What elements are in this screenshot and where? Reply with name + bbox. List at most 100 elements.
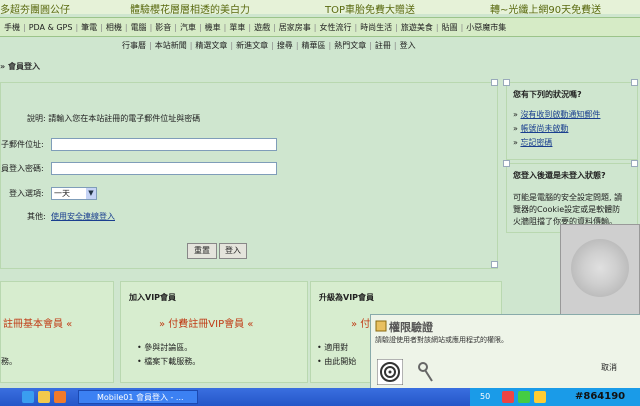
category-item[interactable]: 時尚生活 [360, 23, 392, 32]
taskbar: Mobile01 會員登入 - ... 50 [0, 388, 640, 406]
login-issue-box: 您登入後還是未登入狀態? 可能是電腦的安全設定問題, 讀 覽器的Cookie設定… [503, 160, 638, 233]
auth-popup: 權限驗證 請驗證使用者對該網站或應用程式的權限。 取消 [370, 314, 640, 390]
vip-benefit-text: 檔案下載服務。 [144, 357, 201, 366]
nav-separator: | [271, 41, 274, 50]
secure-login-link[interactable]: 使用安全連線登入 [51, 211, 115, 222]
login-option-label: 登入選項: [9, 189, 44, 198]
subnav-item[interactable]: 新進文章 [236, 41, 268, 50]
fingerprint-icon[interactable] [377, 359, 403, 385]
key-icon[interactable] [417, 361, 435, 383]
promo-link-4[interactable]: 轉~光纖上網90天免費送 [490, 1, 601, 16]
cancel-button[interactable]: 取消 [601, 362, 617, 373]
popup-title: 權限驗證 [389, 321, 433, 334]
nav-separator: | [248, 23, 252, 32]
login-issue-title: 您登入後還是未登入狀態? [513, 171, 606, 180]
watermark: #864190 [575, 391, 626, 402]
folder-icon[interactable] [38, 391, 50, 403]
media-disc-icon [571, 239, 629, 297]
nav-separator: | [328, 41, 332, 50]
nav-separator: | [230, 41, 234, 50]
subnav-item[interactable]: 精選文章 [195, 41, 227, 50]
category-item[interactable]: 居家房事 [279, 23, 311, 32]
login-instructions: 說明: 請輸入您在本站註冊的電子郵件位址與密碼 [27, 114, 201, 123]
login-issue-text: 覽器的Cookie設定或是軟體防 [513, 205, 621, 214]
promo-link-3[interactable]: TOP車胎免費大贈送 [325, 1, 415, 16]
promo-link-1[interactable]: 多超夯團圓公仔 [0, 1, 70, 16]
subnav-item[interactable]: 精華區 [302, 41, 326, 50]
category-item[interactable]: 汽車 [180, 23, 196, 32]
nav-separator: | [369, 41, 372, 50]
category-item[interactable]: 女性流行 [319, 23, 351, 32]
category-item[interactable]: 遊戲 [254, 23, 270, 32]
vip-benefit-text: 參與討論區。 [144, 343, 193, 352]
subnav-item[interactable]: 註冊 [375, 41, 391, 50]
category-item[interactable]: 貼圖 [442, 23, 458, 32]
nav-separator: | [223, 23, 227, 32]
register-basic-button[interactable]: 註冊基本會員 « [3, 315, 72, 330]
register-vip-button[interactable]: » 付費註冊VIP會員 « [159, 315, 253, 330]
upgrade-title: 升級為VIP會員 [319, 293, 375, 302]
help-link-not-activated[interactable]: » 帳號尚未啟動 [513, 123, 568, 134]
panel-corner [631, 160, 638, 167]
tray-number: 50 [480, 392, 491, 401]
subnav-item[interactable]: 行事曆 [122, 41, 146, 50]
email-label: 子郵件位址: [1, 140, 44, 149]
video-overlay[interactable] [560, 224, 640, 318]
login-button[interactable]: 登入 [219, 243, 247, 259]
other-label: 其他: [27, 212, 46, 221]
nav-separator: | [354, 23, 358, 32]
category-item[interactable]: 筆電 [81, 23, 97, 32]
taskbar-window-button[interactable]: Mobile01 會員登入 - ... [78, 390, 198, 404]
vip-benefit-item: • 檔案下載服務。 [137, 357, 201, 366]
category-item[interactable]: 手機 [4, 23, 20, 32]
subnav-item[interactable]: 登入 [400, 41, 416, 50]
basic-member-box: 註冊基本會員 « 務。 [0, 281, 114, 383]
promo-bar: 多超夯團圓公仔 體驗櫻花層層相透的美白力 TOP車胎免費大贈送 轉~光纖上網90… [0, 0, 640, 16]
category-item[interactable]: 電腦 [131, 23, 147, 32]
tray-icon[interactable] [502, 391, 514, 403]
reset-button[interactable]: 重置 [187, 243, 217, 259]
panel-corner [503, 160, 510, 167]
nav-separator: | [313, 23, 317, 32]
certificate-icon [375, 320, 387, 332]
nav-separator: | [460, 23, 464, 32]
nav-separator: | [295, 41, 299, 50]
chevron-down-icon: ▼ [86, 188, 96, 199]
password-field[interactable] [51, 162, 277, 175]
password-label: 員登入密碼: [1, 164, 44, 173]
nav-separator: | [149, 23, 153, 32]
category-item[interactable]: 小惡魔市集 [466, 23, 506, 32]
category-item[interactable]: 相機 [106, 23, 122, 32]
tray-icon[interactable] [534, 391, 546, 403]
vip-title: 加入VIP會員 [129, 293, 177, 302]
category-item[interactable]: PDA & GPS [29, 23, 73, 32]
email-field[interactable] [51, 138, 277, 151]
upgrade-vip-button[interactable]: » 付 [351, 315, 370, 330]
sub-nav: 行事曆 | 本站新聞 | 精選文章 | 新進文章 | 搜尋 | 精華區 | 熱門文章 | 註冊 | 登入 [122, 40, 416, 51]
category-item[interactable]: 影音 [155, 23, 171, 32]
upgrade-benefit-item: • 由此開始 [317, 357, 357, 366]
ie-icon[interactable] [22, 391, 34, 403]
category-item[interactable]: 旅遊美食 [401, 23, 433, 32]
media-icon[interactable] [54, 391, 66, 403]
login-duration-value: 一天 [54, 189, 70, 198]
category-item[interactable]: 單車 [229, 23, 245, 32]
panel-corner [503, 79, 510, 86]
help-link-forgot-password[interactable]: » 忘記密碼 [513, 137, 552, 148]
tray-icon[interactable] [518, 391, 530, 403]
subnav-item[interactable]: 熱門文章 [334, 41, 366, 50]
window-title: Mobile01 會員登入 - ... [97, 393, 184, 402]
help-link-activation-mail[interactable]: » 沒有收到啟動通知郵件 [513, 109, 600, 120]
help-box-title: 您有下列的狀況嗎? [513, 90, 582, 99]
promo-link-2[interactable]: 體驗櫻花層層相透的美白力 [130, 1, 250, 16]
login-duration-select[interactable]: 一天 ▼ [51, 187, 97, 200]
nav-separator: | [393, 41, 397, 50]
panel-corner [491, 261, 498, 268]
login-issue-text: 可能是電腦的安全設定問題, 讀 [513, 193, 623, 202]
subnav-item[interactable]: 本站新聞 [155, 41, 187, 50]
upgrade-benefit-text: 適用對 [324, 343, 349, 352]
basic-benefit-item: 務。 [1, 357, 17, 366]
category-nav: 手機 | PDA & GPS | 筆電 | 相機 | 電腦 | 影音 | 汽車 | 機車 | 單車 | 遊戲 | 居家房… [0, 17, 640, 37]
category-item[interactable]: 機車 [205, 23, 221, 32]
subnav-item[interactable]: 搜尋 [277, 41, 293, 50]
